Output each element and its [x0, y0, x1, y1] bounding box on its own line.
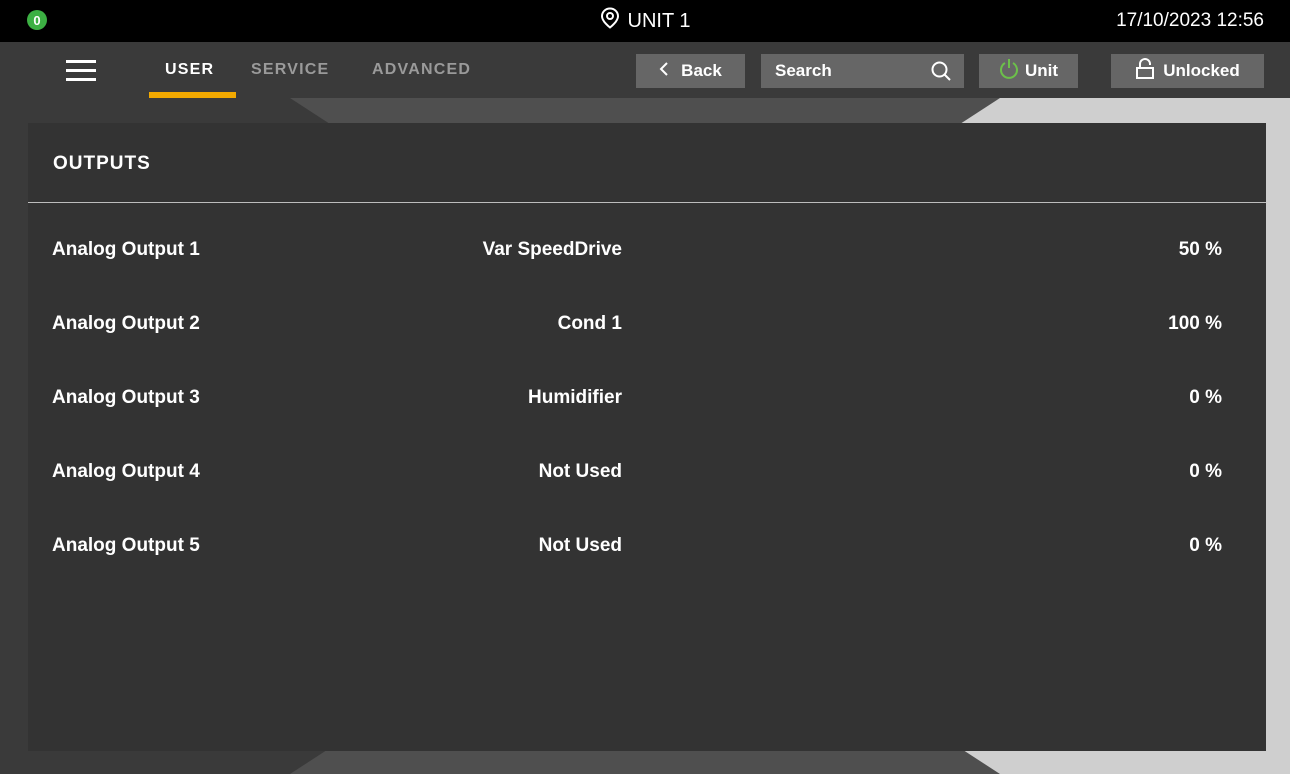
menu-icon[interactable] [66, 60, 96, 82]
lock-button[interactable]: Unlocked [1111, 54, 1264, 88]
output-value: 100 % [1168, 313, 1222, 334]
location-pin-icon [600, 7, 620, 35]
output-row[interactable]: Analog Output 1 Var SpeedDrive 50 % [28, 230, 1266, 270]
outputs-panel: OUTPUTS Analog Output 1 Var SpeedDrive 5… [28, 123, 1266, 751]
unit-power-button[interactable]: Unit [979, 54, 1078, 88]
tab-user[interactable]: USER [165, 42, 214, 98]
nav-bar: USER SERVICE ADVANCED Back Search Unit U… [0, 42, 1290, 98]
unlock-icon [1135, 57, 1155, 85]
output-value: 0 % [1189, 461, 1222, 482]
output-name: Analog Output 3 [52, 387, 200, 408]
status-bar: 0 UNIT 1 17/10/2023 12:56 [0, 0, 1290, 42]
output-value: 0 % [1189, 387, 1222, 408]
output-row[interactable]: Analog Output 2 Cond 1 100 % [28, 304, 1266, 344]
output-name: Analog Output 5 [52, 535, 200, 556]
search-placeholder: Search [775, 61, 832, 80]
tab-advanced[interactable]: ADVANCED [372, 42, 471, 98]
output-name: Analog Output 1 [52, 239, 200, 260]
lock-label: Unlocked [1163, 61, 1240, 80]
output-value: 50 % [1178, 239, 1222, 260]
active-tab-indicator [149, 92, 236, 98]
output-row[interactable]: Analog Output 5 Not Used 0 % [28, 526, 1266, 566]
chevron-left-icon [659, 61, 669, 81]
output-description: Var SpeedDrive [482, 239, 622, 260]
output-name: Analog Output 2 [52, 313, 200, 334]
output-description: Cond 1 [557, 313, 622, 334]
datetime: 17/10/2023 12:56 [1116, 10, 1264, 31]
alarm-count-badge[interactable]: 0 [27, 10, 47, 30]
unit-label: Unit [1024, 61, 1059, 80]
power-icon [999, 58, 1019, 85]
unit-name: UNIT 1 [627, 9, 691, 32]
output-value: 0 % [1189, 535, 1222, 556]
output-description: Not Used [538, 535, 622, 556]
unit-title: UNIT 1 [0, 0, 1290, 42]
output-description: Not Used [538, 461, 622, 482]
panel-title: OUTPUTS [53, 153, 151, 174]
output-name: Analog Output 4 [52, 461, 200, 482]
panel-divider [28, 202, 1266, 203]
output-row[interactable]: Analog Output 4 Not Used 0 % [28, 452, 1266, 492]
search-input[interactable]: Search [761, 54, 964, 88]
tab-service[interactable]: SERVICE [251, 42, 329, 98]
search-icon[interactable] [930, 60, 952, 87]
back-button[interactable]: Back [636, 54, 745, 88]
output-row[interactable]: Analog Output 3 Humidifier 0 % [28, 378, 1266, 418]
output-description: Humidifier [528, 387, 622, 408]
back-label: Back [681, 61, 722, 80]
